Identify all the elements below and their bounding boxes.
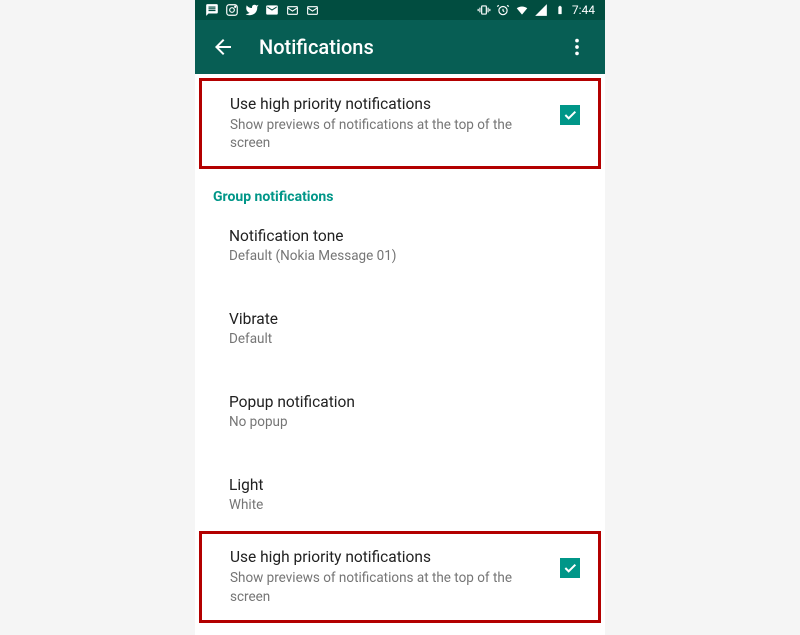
status-bar: 7:44 xyxy=(195,0,605,20)
notification-tone-row[interactable]: Notification tone Default (Nokia Message… xyxy=(195,213,605,278)
twitter-icon xyxy=(245,3,259,17)
setting-subtitle: Default xyxy=(229,331,587,347)
more-options-icon[interactable] xyxy=(565,35,589,59)
setting-title: Use high priority notifications xyxy=(230,548,548,566)
vibrate-icon xyxy=(477,3,491,17)
setting-subtitle: White xyxy=(229,497,587,513)
setting-title: Use high priority notifications xyxy=(230,95,548,113)
battery-icon xyxy=(553,3,567,17)
app-bar: Notifications xyxy=(195,20,605,74)
back-arrow-icon[interactable] xyxy=(211,35,235,59)
page-title: Notifications xyxy=(259,35,541,59)
phone-frame: 7:44 Notifications Use high priority not… xyxy=(195,0,605,635)
setting-title: Light xyxy=(229,476,587,494)
setting-subtitle: Show previews of notifications at the to… xyxy=(230,116,548,152)
highlight-box-top: Use high priority notifications Show pre… xyxy=(199,78,601,169)
setting-title: Notification tone xyxy=(229,227,587,245)
instagram-icon xyxy=(225,3,239,17)
light-row[interactable]: Light White xyxy=(195,462,605,527)
setting-subtitle: Default (Nokia Message 01) xyxy=(229,248,587,264)
checkbox-checked[interactable] xyxy=(560,105,580,125)
alarm-icon xyxy=(496,3,510,17)
status-icons-right: 7:44 xyxy=(477,3,595,17)
popup-row[interactable]: Popup notification No popup xyxy=(195,379,605,444)
settings-content: Use high priority notifications Show pre… xyxy=(195,78,605,635)
high-priority-row-bottom[interactable]: Use high priority notifications Show pre… xyxy=(202,534,598,619)
clock-text: 7:44 xyxy=(572,3,595,17)
section-header-group: Group notifications xyxy=(195,173,605,213)
wifi-icon xyxy=(515,3,529,17)
signal-icon xyxy=(534,3,548,17)
checkbox-checked[interactable] xyxy=(560,558,580,578)
high-priority-row-top[interactable]: Use high priority notifications Show pre… xyxy=(202,81,598,166)
mail-icon xyxy=(265,3,279,17)
setting-subtitle: No popup xyxy=(229,414,587,430)
highlight-box-bottom: Use high priority notifications Show pre… xyxy=(199,531,601,622)
message-icon xyxy=(205,3,219,17)
mail-icon-2 xyxy=(285,3,299,17)
mail-icon-3 xyxy=(305,3,319,17)
setting-title: Vibrate xyxy=(229,310,587,328)
vibrate-row[interactable]: Vibrate Default xyxy=(195,296,605,361)
status-icons-left xyxy=(205,3,319,17)
setting-title: Popup notification xyxy=(229,393,587,411)
setting-subtitle: Show previews of notifications at the to… xyxy=(230,569,548,605)
